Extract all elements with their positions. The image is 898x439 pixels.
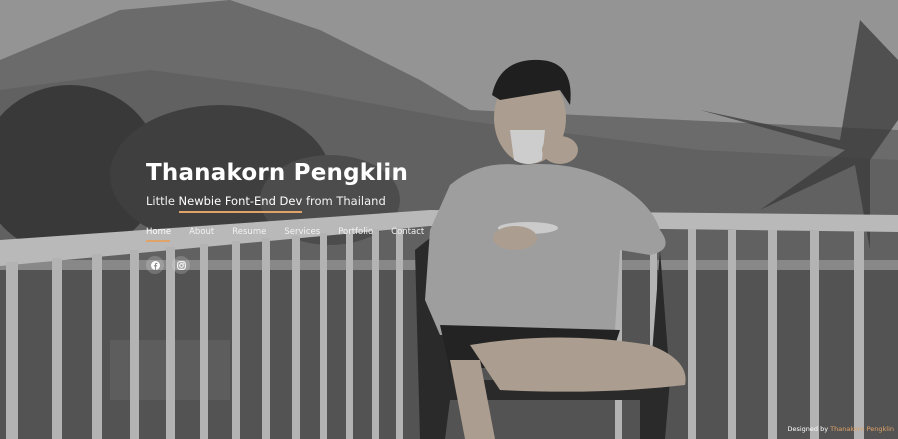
hero-tagline: Little Newbie Font-End Dev from Thailand — [146, 194, 408, 213]
tagline-typed-text: Newbie Font-End Dev — [178, 194, 303, 213]
tagline-suffix: from Thailand — [305, 194, 386, 208]
instagram-link[interactable] — [172, 256, 190, 274]
background-overlay — [0, 0, 898, 439]
nav-home[interactable]: Home — [146, 227, 171, 242]
instagram-icon — [176, 260, 186, 270]
nav-about[interactable]: About — [189, 227, 214, 240]
main-nav: Home About Resume Services Portfolio Con… — [146, 227, 442, 242]
facebook-icon — [150, 260, 160, 270]
nav-contact[interactable]: Contact — [391, 227, 424, 240]
nav-services[interactable]: Services — [284, 227, 320, 240]
credit-prefix: Designed by — [787, 425, 829, 433]
facebook-link[interactable] — [146, 256, 164, 274]
footer-credit: Designed by Thanakorn Pengklin — [787, 425, 894, 433]
tagline-prefix: Little — [146, 194, 175, 208]
hero-intro: Thanakorn Pengklin Little Newbie Font-En… — [146, 160, 409, 213]
nav-portfolio[interactable]: Portfolio — [338, 227, 373, 240]
page-title: Thanakorn Pengklin — [146, 160, 409, 186]
credit-author-link[interactable]: Thanakorn Pengklin — [830, 425, 894, 433]
social-links — [146, 256, 190, 274]
nav-resume[interactable]: Resume — [232, 227, 266, 240]
